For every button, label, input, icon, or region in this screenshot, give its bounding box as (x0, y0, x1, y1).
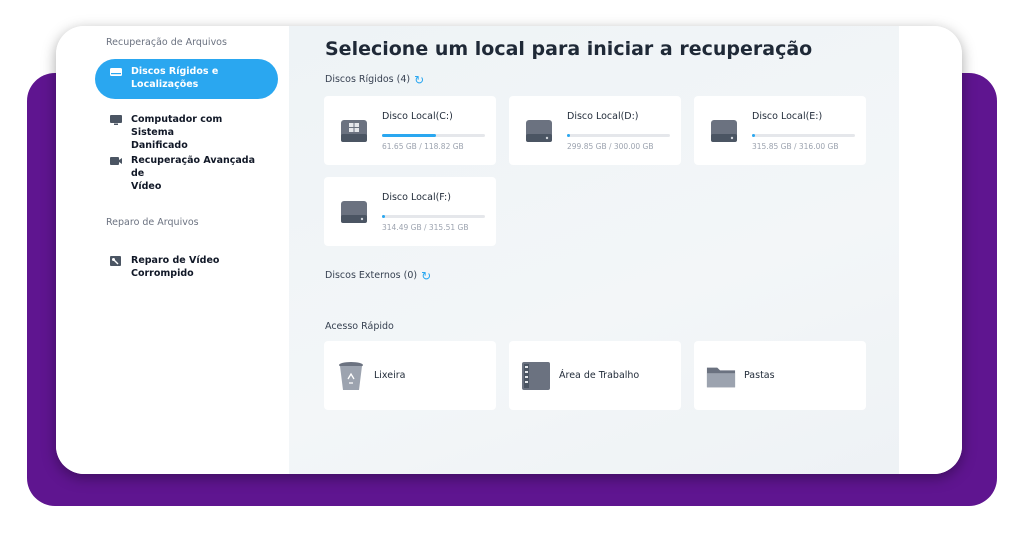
disk-usage-bar (382, 215, 485, 218)
recycle-bin-icon (336, 360, 366, 392)
sidebar: Recuperação de Arquivos Discos Rígidos e… (56, 26, 289, 474)
quick-access-label: Lixeira (374, 370, 406, 381)
video-camera-icon (109, 155, 123, 167)
sidebar-item-label: Reparo de Vídeo Corrompido (131, 255, 220, 279)
app-window: Recuperação de Arquivos Discos Rígidos e… (56, 26, 962, 474)
disk-name: Disco Local(E:) (752, 111, 823, 122)
disk-card-f[interactable]: Disco Local(F:) 314.49 GB / 315.51 GB (324, 177, 496, 246)
folder-icon (706, 360, 736, 392)
windows-drive-icon (340, 118, 368, 144)
quick-access-header: Acesso Rápido (325, 321, 394, 332)
disk-name: Disco Local(C:) (382, 111, 453, 122)
disk-card-d[interactable]: Disco Local(D:) 299.85 GB / 300.00 GB (509, 96, 681, 165)
window-margin (899, 26, 962, 474)
disk-size: 314.49 GB / 315.51 GB (382, 223, 469, 232)
sidebar-item-label: Computador com Sistema Danificado (131, 114, 223, 151)
quick-access-label: Área de Trabalho (559, 370, 640, 381)
disk-usage-bar (382, 134, 485, 137)
quick-access-desktop[interactable]: Área de Trabalho (509, 341, 681, 410)
disk-size: 315.85 GB / 316.00 GB (752, 142, 839, 151)
hard-drive-icon (109, 66, 123, 78)
disk-size: 61.65 GB / 118.82 GB (382, 142, 464, 151)
disk-name: Disco Local(F:) (382, 192, 451, 203)
sidebar-item-label: Discos Rígidos e Localizações (131, 66, 219, 90)
hard-drive-icon (340, 199, 368, 225)
disk-usage-fill (752, 134, 756, 137)
external-disks-header: Discos Externos (0) ↻ (325, 268, 432, 283)
hard-disks-header: Discos Rígidos (4) ↻ (325, 72, 425, 87)
desktop-icon (521, 360, 551, 392)
section-label-repair: Reparo de Arquivos (106, 217, 199, 228)
page-title: Selecione um local para iniciar a recupe… (325, 38, 813, 60)
quick-access-recycle-bin[interactable]: Lixeira (324, 341, 496, 410)
section-label-recovery: Recuperação de Arquivos (106, 37, 227, 48)
disk-usage-bar (567, 134, 670, 137)
hard-drive-icon (525, 118, 553, 144)
quick-access-label: Pastas (744, 370, 775, 381)
disk-card-c[interactable]: Disco Local(C:) 61.65 GB / 118.82 GB (324, 96, 496, 165)
disk-name: Disco Local(D:) (567, 111, 639, 122)
quick-access-folders[interactable]: Pastas (694, 341, 866, 410)
sidebar-item-advanced-video[interactable]: Recuperação Avançada de Vídeo (95, 148, 278, 199)
video-repair-icon (109, 255, 123, 267)
refresh-icon[interactable]: ↻ (421, 270, 431, 282)
sidebar-item-hard-drives[interactable]: Discos Rígidos e Localizações (95, 59, 278, 99)
disk-card-e[interactable]: Disco Local(E:) 315.85 GB / 316.00 GB (694, 96, 866, 165)
disk-usage-fill (567, 134, 571, 137)
sidebar-item-label: Recuperação Avançada de Vídeo (131, 155, 256, 192)
disk-size: 299.85 GB / 300.00 GB (567, 142, 654, 151)
disk-usage-fill (382, 215, 386, 218)
sidebar-item-video-repair[interactable]: Reparo de Vídeo Corrompido (95, 248, 278, 286)
screenshot-frame: Recuperação de Arquivos Discos Rígidos e… (0, 0, 1024, 536)
monitor-icon (109, 114, 123, 126)
disk-usage-fill (382, 134, 436, 137)
refresh-icon[interactable]: ↻ (414, 74, 424, 86)
hard-drive-icon (710, 118, 738, 144)
disk-usage-bar (752, 134, 855, 137)
main-content: Selecione um local para iniciar a recupe… (289, 26, 899, 474)
